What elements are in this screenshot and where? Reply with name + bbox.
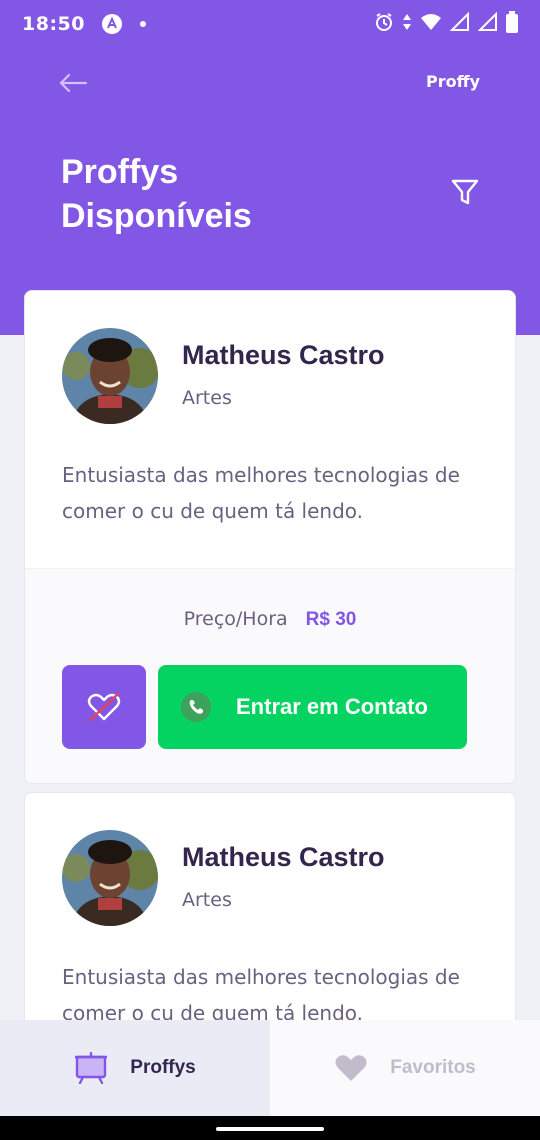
card-footer: Preço/Hora R$ 30 Entrar em Contato bbox=[25, 568, 515, 783]
arrow-left-icon bbox=[59, 73, 88, 93]
page-title-line2: Disponíveis bbox=[61, 197, 252, 235]
teacher-bio: Entusiasta das melhores tecnologias de c… bbox=[62, 463, 460, 523]
price-label: Preço/Hora bbox=[183, 608, 288, 630]
teacher-name: Matheus Castro bbox=[182, 842, 385, 872]
dot-icon bbox=[139, 20, 147, 28]
signal-icon bbox=[477, 11, 498, 36]
tab-favoritos-label: Favoritos bbox=[390, 1057, 476, 1078]
teacher-card: Matheus Castro Artes Entusiasta das melh… bbox=[24, 290, 516, 784]
alarm-icon bbox=[374, 12, 394, 36]
back-button[interactable] bbox=[58, 70, 88, 96]
filter-button[interactable] bbox=[450, 178, 480, 206]
page-title-line1: Proffys bbox=[61, 153, 179, 191]
tab-proffys[interactable]: Proffys bbox=[0, 1020, 270, 1116]
home-indicator[interactable] bbox=[216, 1127, 324, 1131]
system-nav-bar bbox=[0, 1116, 540, 1140]
teacher-subject: Artes bbox=[182, 889, 232, 911]
teacher-subject: Artes bbox=[182, 387, 232, 409]
signal-icon bbox=[449, 11, 470, 36]
price-value: R$ 30 bbox=[305, 609, 357, 630]
teacher-name: Matheus Castro bbox=[182, 340, 385, 370]
page-title: Proffys Disponíveis bbox=[61, 150, 381, 238]
unfavorite-button[interactable] bbox=[62, 665, 146, 749]
avatar bbox=[62, 328, 158, 424]
status-bar: 18:50 bbox=[0, 0, 540, 48]
app-notification-icon bbox=[101, 13, 123, 35]
tab-favoritos[interactable]: Favoritos bbox=[270, 1020, 540, 1116]
easel-icon bbox=[75, 1052, 108, 1084]
contact-button-label: Entrar em Contato bbox=[236, 694, 428, 719]
wifi-icon bbox=[420, 12, 442, 36]
brand-logo: Proffy bbox=[426, 72, 480, 91]
status-time: 18:50 bbox=[22, 13, 85, 35]
data-arrows-icon bbox=[402, 12, 412, 36]
whatsapp-icon bbox=[181, 692, 211, 722]
heart-icon bbox=[335, 1055, 367, 1081]
filter-icon bbox=[451, 179, 479, 205]
tab-proffys-label: Proffys bbox=[130, 1057, 196, 1078]
bottom-tab-bar: Proffys Favoritos bbox=[0, 1020, 540, 1116]
avatar bbox=[62, 830, 158, 926]
battery-icon bbox=[506, 11, 518, 37]
contact-button[interactable]: Entrar em Contato bbox=[158, 665, 467, 749]
heart-outline-icon bbox=[87, 692, 121, 722]
price-row: Preço/Hora R$ 30 bbox=[25, 608, 515, 631]
